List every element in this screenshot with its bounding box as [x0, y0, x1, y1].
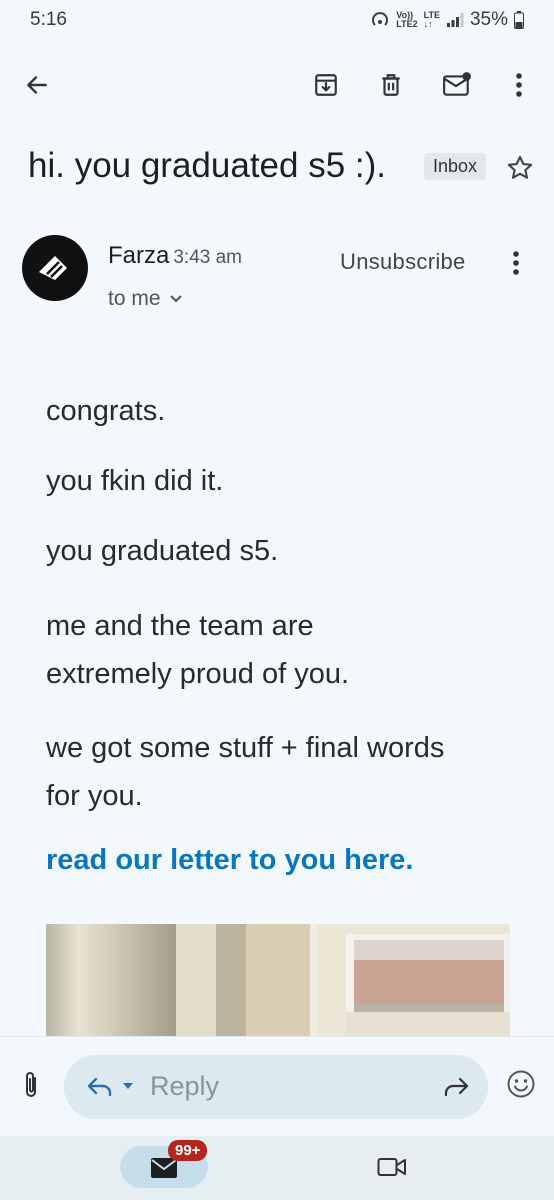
inbox-label[interactable]: Inbox — [424, 153, 487, 180]
star-icon — [507, 155, 533, 179]
body-paragraph: congrats. — [46, 395, 166, 427]
nav-meet[interactable] — [377, 1156, 407, 1183]
sender-name[interactable]: Farza — [108, 242, 169, 269]
emoji-button[interactable] — [506, 1069, 536, 1104]
arrow-left-icon — [27, 76, 47, 94]
sender-line: Farza 3:43 am — [108, 242, 242, 270]
archive-button[interactable] — [309, 68, 343, 102]
email-time: 3:43 am — [173, 247, 243, 268]
battery-icon — [514, 11, 524, 29]
hotspot-icon — [372, 12, 389, 26]
more-vertical-icon — [516, 73, 522, 97]
more-options-button[interactable] — [506, 68, 532, 102]
recipient-label: to me — [108, 287, 161, 310]
delete-button[interactable] — [374, 68, 408, 102]
battery-percent: 35% — [469, 9, 508, 30]
video-camera-icon — [377, 1158, 406, 1176]
more-vertical-icon — [513, 251, 519, 275]
reply-placeholder: Reply — [150, 1071, 220, 1101]
email-photo — [46, 924, 510, 1036]
email-toolbar — [0, 52, 554, 116]
letter-link[interactable]: read our letter to you here. — [46, 844, 413, 877]
subject-row: hi. you graduated s5 :). Inbox — [28, 140, 534, 200]
unsubscribe-button[interactable]: Unsubscribe — [340, 249, 466, 275]
forward-icon[interactable] — [442, 1075, 470, 1099]
emoji-icon — [507, 1070, 535, 1098]
mark-unread-button[interactable] — [440, 68, 474, 102]
caret-down-icon[interactable] — [122, 1082, 134, 1090]
reply-input[interactable]: Reply — [64, 1055, 488, 1119]
volte-indicator: Vo)) LTE2 — [396, 10, 418, 29]
body-paragraph: we got some stuff + final words for you. — [46, 732, 445, 812]
email-subject: hi. you graduated s5 :). — [28, 146, 386, 185]
paperclip-icon — [26, 1072, 36, 1097]
body-paragraph: me and the team are extremely proud of y… — [46, 610, 350, 690]
bottom-nav — [0, 1136, 554, 1200]
body-paragraph: you fkin did it. — [46, 465, 224, 497]
status-bar: 5:16 Vo)) LTE2 LTE ↓↑ 35% — [0, 0, 554, 44]
mail-unread-icon — [443, 72, 471, 96]
sender-avatar[interactable] — [22, 235, 88, 301]
recipient-details-toggle[interactable]: to me — [108, 287, 183, 311]
star-button[interactable] — [506, 154, 534, 187]
status-time: 5:16 — [30, 9, 67, 30]
lte-indicator: LTE ↓↑ — [423, 10, 440, 29]
trash-icon — [382, 74, 400, 96]
back-button[interactable] — [20, 68, 54, 102]
reply-icon — [87, 1077, 112, 1097]
status-icons: Vo)) LTE2 LTE ↓↑ 35% — [370, 9, 524, 31]
chevron-down-icon — [169, 295, 182, 303]
archive-icon — [315, 74, 337, 96]
attach-button[interactable] — [20, 1070, 42, 1105]
signal-icon — [446, 13, 464, 27]
message-more-button[interactable] — [512, 250, 520, 281]
unread-badge: 99+ — [168, 1140, 208, 1161]
sender-logo-icon — [39, 256, 67, 280]
body-paragraph: you graduated s5. — [46, 535, 279, 567]
